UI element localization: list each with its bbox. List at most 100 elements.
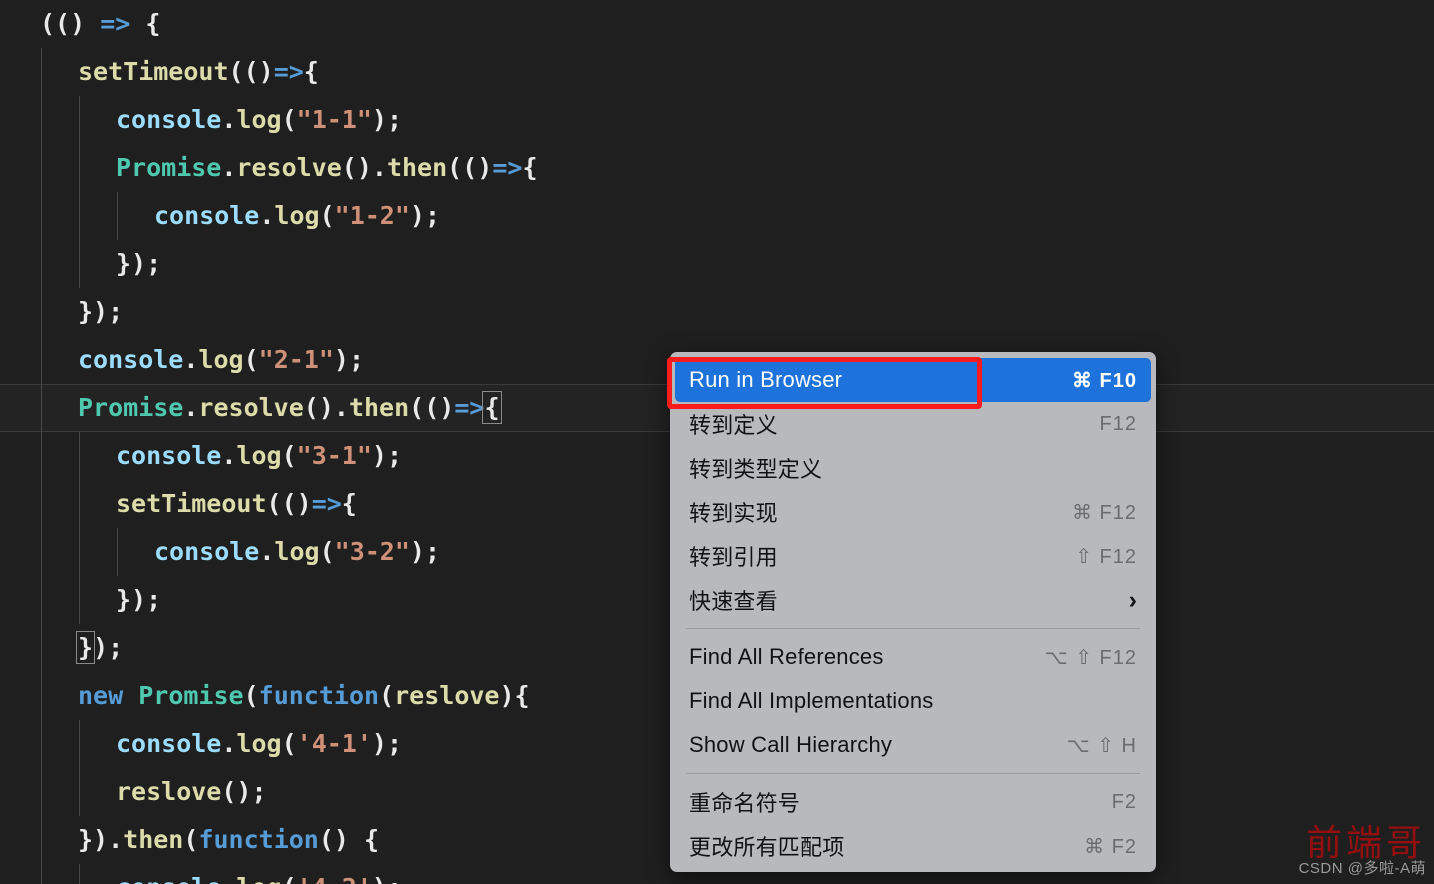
code-token: (( <box>409 393 440 422</box>
code-token: ( <box>281 105 297 134</box>
code-token: then <box>123 825 184 854</box>
code-token: log <box>236 873 281 884</box>
menu-item-find-all-references[interactable]: Find All References ⌥ ⇧ F12 <box>675 635 1151 679</box>
code-token: log <box>236 441 282 470</box>
menu-item-label: 转到类型定义 <box>689 457 823 482</box>
code-token: ) <box>296 489 312 518</box>
code-token: console <box>116 873 221 884</box>
code-token: then <box>348 393 410 422</box>
menu-item-[interactable]: 转到定义 F12 <box>675 402 1151 446</box>
code-token: ) <box>477 153 493 182</box>
code-token: ) <box>258 57 274 86</box>
menu-item-label: 转到引用 <box>689 545 778 570</box>
code-token: { <box>130 9 161 38</box>
code-token: "1-2" <box>334 201 410 230</box>
code-token: console <box>116 441 222 470</box>
code-line[interactable]: setTimeout(()=>{ <box>0 48 1434 96</box>
code-token: . <box>221 105 237 134</box>
menu-item-find-all-implementations[interactable]: Find All Implementations <box>675 679 1151 723</box>
code-token: log <box>274 537 320 566</box>
code-line[interactable]: console.log("1-1"); <box>0 96 1434 144</box>
code-token: . <box>259 537 275 566</box>
code-token: '4-2' <box>297 873 372 884</box>
code-token: setTimeout <box>78 57 229 86</box>
code-token: ( <box>319 537 335 566</box>
code-token: (( <box>266 489 297 518</box>
code-token: . <box>221 729 237 758</box>
indent-guide <box>117 528 118 576</box>
code-line[interactable]: console.log("1-2"); <box>0 192 1434 240</box>
menu-item-[interactable]: 转到引用 ⇧ F12 <box>675 534 1151 578</box>
code-token: Promise <box>116 153 222 182</box>
code-token: ( <box>243 681 259 710</box>
code-token: . <box>259 201 275 230</box>
menu-item-shortcut: F2 <box>1111 790 1137 813</box>
menu-item-[interactable]: 转到类型定义 <box>675 446 1151 490</box>
menu-item-label: Find All Implementations <box>689 688 934 713</box>
code-token: ( <box>183 825 199 854</box>
code-token: ( <box>281 441 297 470</box>
bracket-match-token: { <box>482 391 502 424</box>
indent-guide <box>41 48 42 884</box>
chevron-right-icon: › <box>1128 585 1137 614</box>
menu-item-shortcut: ⌥ ⇧ H <box>1066 734 1137 757</box>
code-token: ); <box>371 441 403 470</box>
menu-item-run-in-browser[interactable]: Run in Browser ⌘ F10 <box>675 358 1151 402</box>
code-token: { <box>303 57 319 86</box>
code-token: (). <box>341 153 387 182</box>
code-token: console <box>116 105 222 134</box>
code-token: => <box>100 9 131 38</box>
menu-item-label: Run in Browser <box>689 367 843 392</box>
code-token: log <box>274 201 320 230</box>
code-token: function <box>198 825 319 854</box>
menu-item-[interactable]: 转到实现 ⌘ F12 <box>675 490 1151 534</box>
code-token: (( <box>228 57 259 86</box>
code-token: ) <box>439 393 455 422</box>
menu-item-label: 转到定义 <box>689 413 778 438</box>
context-menu[interactable]: Run in Browser ⌘ F10 转到定义 F12 转到类型定义转到实现 ⌘ F1… <box>670 352 1156 872</box>
code-token: ( <box>319 201 335 230</box>
code-token: (( <box>447 153 478 182</box>
code-token: ); <box>409 537 441 566</box>
code-token: }); <box>116 585 162 614</box>
code-token: . <box>221 873 236 884</box>
menu-item-shortcut: ⌥ ⇧ F12 <box>1044 646 1137 669</box>
menu-separator <box>686 628 1140 629</box>
menu-item-show-call-hierarchy[interactable]: Show Call Hierarchy ⌥ ⇧ H <box>675 723 1151 767</box>
code-token: => <box>454 393 485 422</box>
code-token: . <box>183 345 199 374</box>
code-token: . <box>183 393 199 422</box>
code-token: resolve <box>236 153 342 182</box>
code-token: Promise <box>78 393 184 422</box>
menu-item-label: 转到实现 <box>689 501 778 526</box>
code-line[interactable]: }); <box>0 240 1434 288</box>
code-token: ( <box>281 729 297 758</box>
code-token: ); <box>409 201 441 230</box>
code-token: log <box>236 105 282 134</box>
code-token: "3-1" <box>296 441 372 470</box>
menu-item-shortcut: ⇧ F12 <box>1075 545 1137 568</box>
menu-item-shortcut: ⌘ F2 <box>1084 835 1137 858</box>
code-token: ); <box>333 345 365 374</box>
code-token: }). <box>78 825 124 854</box>
menu-item-label: 更改所有匹配项 <box>689 835 845 860</box>
code-token: '4-1' <box>296 729 372 758</box>
code-token: "2-1" <box>258 345 334 374</box>
code-token: console <box>78 345 184 374</box>
code-token: (( <box>40 9 71 38</box>
indent-guide <box>79 432 80 624</box>
code-line[interactable]: (() => { <box>0 0 1434 48</box>
code-token: ) <box>70 9 101 38</box>
code-line[interactable]: }); <box>0 288 1434 336</box>
menu-item-[interactable]: 更改所有匹配项 ⌘ F2 <box>675 824 1151 868</box>
code-line[interactable]: Promise.resolve().then(()=>{ <box>0 144 1434 192</box>
code-token: }); <box>116 249 162 278</box>
code-token: => <box>311 489 342 518</box>
code-token: (). <box>303 393 349 422</box>
code-token: then <box>386 153 448 182</box>
menu-item-[interactable]: 重命名符号 F2 <box>675 780 1151 824</box>
menu-item-shortcut: ⌘ F10 <box>1071 369 1137 392</box>
code-token: console <box>154 537 260 566</box>
menu-item-[interactable]: 快速查看 › <box>675 578 1151 622</box>
